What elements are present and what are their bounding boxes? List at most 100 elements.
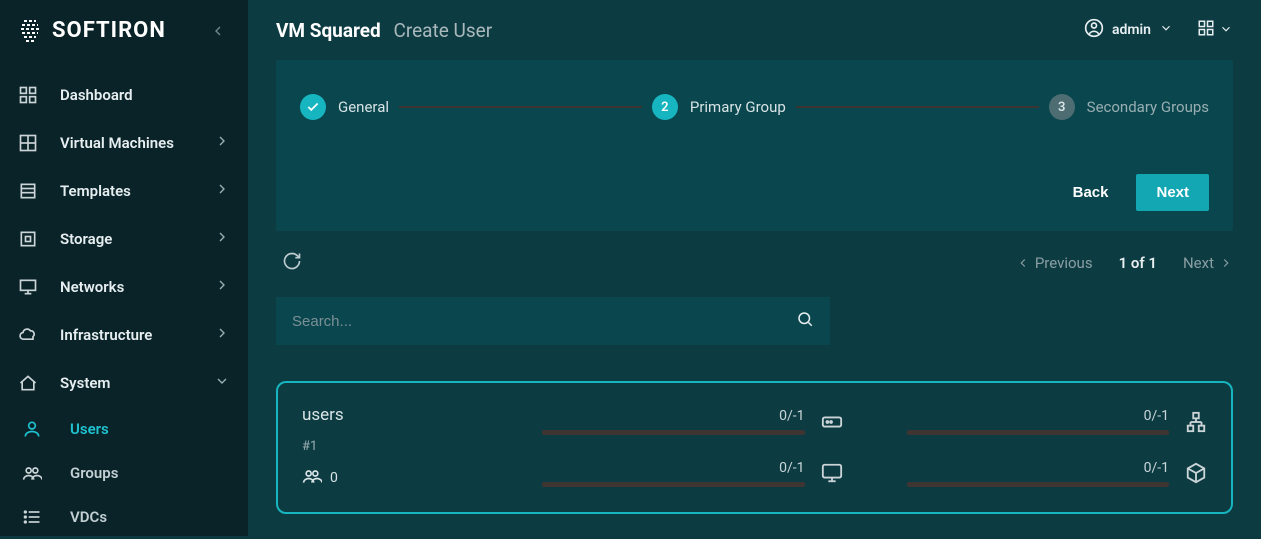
brand-logo[interactable]: SOFTIRON [18,18,166,43]
back-button[interactable]: Back [1059,174,1123,211]
sidebar-item-networks[interactable]: Networks [0,263,248,311]
member-count: 0 [302,466,502,490]
user-icon [22,419,42,439]
step-circle-active: 2 [652,94,678,120]
stat-bar [907,482,1170,487]
home-icon [18,373,38,393]
chevron-down-icon [1159,21,1173,39]
card-summary: users #1 0 [302,405,502,490]
prev-label: Previous [1035,254,1093,272]
templates-icon [18,181,38,201]
sidebar-item-templates[interactable]: Templates [0,167,248,215]
nav-label: Virtual Machines [60,134,214,152]
step-circle-pending: 3 [1049,94,1075,120]
stat-bar [542,482,805,487]
next-page-button[interactable]: Next [1183,254,1233,272]
nav-label: Templates [60,182,214,200]
chevron-down-icon [214,373,230,393]
search-input[interactable] [292,313,796,330]
sub-label: VDCs [70,508,107,526]
sidebar-subitem-users[interactable]: Users [0,407,248,451]
sidebar-item-storage[interactable]: Storage [0,215,248,263]
search-box [276,297,830,345]
sub-label: Groups [70,464,118,482]
topbar-right: admin [1084,18,1233,42]
sidebar-item-infrastructure[interactable]: Infrastructure [0,311,248,359]
user-name: admin [1112,22,1151,38]
nav-label: Infrastructure [60,326,214,344]
chevron-right-icon [214,181,230,201]
stat-bar [542,430,805,435]
grid-icon [1197,19,1215,41]
chevron-right-icon [214,325,230,345]
sidebar-item-system[interactable]: System [0,359,248,407]
harddrive-icon [821,411,843,433]
chevron-right-icon [214,229,230,249]
collapse-sidebar-button[interactable] [206,19,230,43]
step-secondary-groups[interactable]: 3 Secondary Groups [1049,94,1209,120]
stepper-card: General 2 Primary Group 3 Secondary Grou… [276,60,1233,231]
list-icon [22,507,42,527]
brand-name: SOFTIRON [52,18,166,43]
sidebar-subitem-vdcs[interactable]: VDCs [0,495,248,539]
storage-icon [18,229,38,249]
brand-icon [18,19,42,43]
grid-icon [18,133,38,153]
chevron-right-icon [214,133,230,153]
networks-icon [18,277,38,297]
network-icon [1185,411,1207,433]
card-id: #1 [302,439,502,454]
search-icon[interactable] [796,310,814,332]
stat-cube: 0/-1 [907,457,1208,491]
chevron-right-icon [214,277,230,297]
stat-bar [907,430,1170,435]
stat-display: 0/-1 [542,457,843,491]
nav-label: Networks [60,278,214,296]
apps-menu[interactable] [1197,19,1233,41]
cube-icon [1185,462,1207,484]
step-circle-complete [300,94,326,120]
nav-list: Dashboard Virtual Machines Templates [0,61,248,539]
cloud-icon [18,325,38,345]
stats-grid: 0/-1 0/-1 [542,405,1207,490]
user-menu[interactable]: admin [1084,18,1173,42]
sidebar-item-dashboard[interactable]: Dashboard [0,71,248,119]
stepper-line [399,106,642,108]
stat-value: 0/-1 [1144,460,1169,476]
card-title: users [302,405,502,425]
stepper: General 2 Primary Group 3 Secondary Grou… [300,94,1209,120]
step-primary-group[interactable]: 2 Primary Group [652,94,786,120]
avatar-icon [1084,18,1104,42]
stat-value: 0/-1 [1144,408,1169,424]
page-count: 1 of 1 [1119,254,1157,272]
logo-row: SOFTIRON [0,0,248,61]
stat-value: 0/-1 [779,460,804,476]
list-toolbar: Previous 1 of 1 Next [276,245,1233,281]
refresh-button[interactable] [276,245,308,281]
step-label: Primary Group [690,98,786,116]
content-area: General 2 Primary Group 3 Secondary Grou… [248,60,1261,536]
prev-page-button[interactable]: Previous [1016,254,1093,272]
sub-label: Users [70,420,109,438]
group-icon [302,466,322,490]
nav-label: System [60,374,214,392]
nav-label: Dashboard [60,86,230,104]
stat-value: 0/-1 [779,408,804,424]
dashboard-icon [18,85,38,105]
main-content: VM Squared Create User admin [248,0,1261,536]
next-button[interactable]: Next [1136,174,1209,211]
stat-network: 0/-1 [907,405,1208,439]
breadcrumb-secondary: Create User [393,19,492,42]
sidebar-item-virtual-machines[interactable]: Virtual Machines [0,119,248,167]
group-icon [22,463,42,483]
group-card[interactable]: users #1 0 0/-1 [276,381,1233,514]
step-general[interactable]: General [300,94,389,120]
sidebar: SOFTIRON Dashboard Virtual Machines [0,0,248,536]
breadcrumb-primary: VM Squared [276,19,381,42]
stepper-line [796,106,1039,108]
chevron-down-icon [1219,21,1233,40]
member-count-value: 0 [330,470,338,486]
sidebar-subitem-groups[interactable]: Groups [0,451,248,495]
topbar: VM Squared Create User admin [248,0,1261,60]
nav-label: Storage [60,230,214,248]
